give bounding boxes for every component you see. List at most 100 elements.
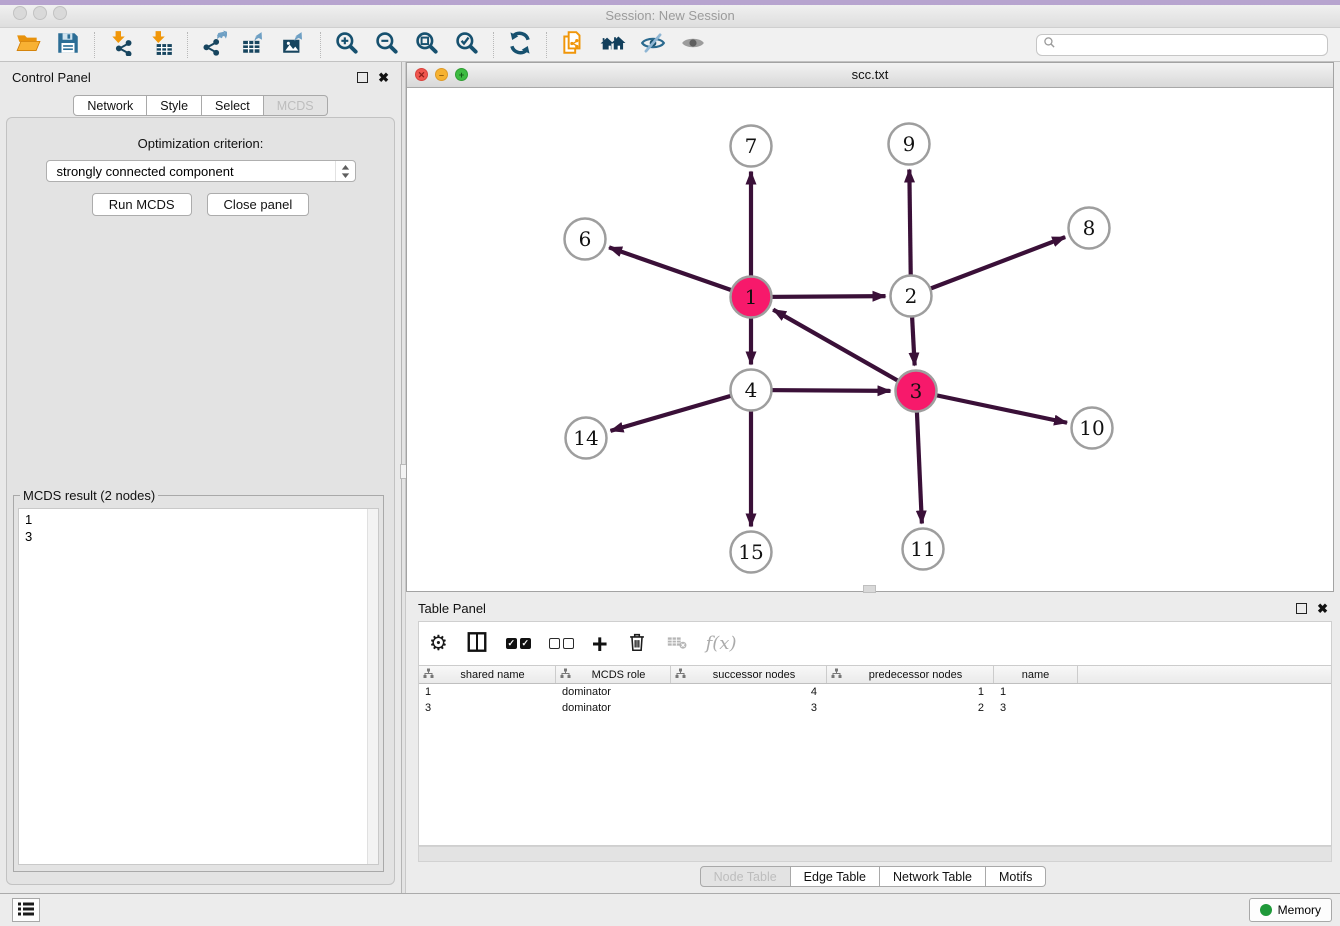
hide-selected-button[interactable] xyxy=(633,30,673,60)
houses-icon xyxy=(600,30,626,59)
tree-icon xyxy=(675,668,686,682)
open-file-button[interactable] xyxy=(8,30,48,60)
column-header[interactable]: successor nodes xyxy=(671,666,827,683)
memory-status-icon xyxy=(1260,904,1272,916)
cell-shared-name[interactable]: 1 xyxy=(419,684,556,700)
import-network-button[interactable] xyxy=(101,30,141,60)
network-graph[interactable]: 1234678910111415 xyxy=(407,88,1333,591)
main-toolbar xyxy=(0,27,1340,62)
zoom-in-button[interactable] xyxy=(327,30,367,60)
dropdown-stepper-icon xyxy=(335,161,355,181)
graph-edge-3-1[interactable] xyxy=(773,310,916,391)
cell-shared-name[interactable]: 3 xyxy=(419,700,556,716)
split-columns-icon xyxy=(466,631,488,656)
cell-successor-nodes[interactable]: 4 xyxy=(671,684,827,700)
tab-select[interactable]: Select xyxy=(202,95,264,116)
criterion-dropdown[interactable]: strongly connected component xyxy=(46,160,356,182)
close-panel-button[interactable]: Close panel xyxy=(207,193,310,216)
delete-column-button[interactable] xyxy=(626,629,648,659)
mcds-panel: Optimization criterion: strongly connect… xyxy=(6,117,395,885)
export-table-button[interactable] xyxy=(234,30,274,60)
horizontal-splitter-thumb[interactable] xyxy=(863,585,876,593)
run-mcds-button[interactable]: Run MCDS xyxy=(92,193,192,216)
graph-edge-3-10[interactable] xyxy=(916,391,1067,423)
zoom-selected-button[interactable] xyxy=(447,30,487,60)
table-options-button[interactable]: ⚙ xyxy=(429,629,448,659)
toolbar-separator xyxy=(187,32,188,58)
export-image-button[interactable] xyxy=(274,30,314,60)
trash-icon xyxy=(626,631,648,656)
toolbar-separator xyxy=(493,32,494,58)
result-line: 1 xyxy=(25,511,372,528)
function-builder-button[interactable]: f(x) xyxy=(706,629,737,659)
refresh-layout-button[interactable] xyxy=(500,30,540,60)
cell-name[interactable]: 1 xyxy=(994,684,1078,700)
show-all-button[interactable] xyxy=(673,30,713,60)
cell-mcds-role[interactable]: dominator xyxy=(556,684,671,700)
network-canvas[interactable]: 1234678910111415 xyxy=(407,88,1333,591)
close-table-panel-icon[interactable]: ✖ xyxy=(1317,603,1328,614)
table-row[interactable]: 1 dominator 4 1 1 xyxy=(419,684,1331,700)
zoom-fit-button[interactable] xyxy=(407,30,447,60)
column-header[interactable]: MCDS role xyxy=(556,666,671,683)
cell-mcds-role[interactable]: dominator xyxy=(556,700,671,716)
create-column-button[interactable]: + xyxy=(592,629,608,659)
table-row[interactable]: 3 dominator 3 2 3 xyxy=(419,700,1331,716)
import-table-button[interactable] xyxy=(141,30,181,60)
delete-table-button[interactable] xyxy=(666,629,688,659)
export-network-button[interactable] xyxy=(194,30,234,60)
table-panel: Table Panel ✖ ⚙ ✓✓ + f(x) shared name MC… xyxy=(406,595,1340,893)
graph-edge-2-8[interactable] xyxy=(911,237,1065,296)
tab-style[interactable]: Style xyxy=(147,95,202,116)
column-header[interactable]: predecessor nodes xyxy=(827,666,994,683)
table-toolbar: ⚙ ✓✓ + f(x) xyxy=(419,622,1331,665)
tab-edge-table[interactable]: Edge Table xyxy=(791,866,880,887)
tab-network[interactable]: Network xyxy=(73,95,147,116)
deselect-all-button[interactable] xyxy=(549,629,574,659)
network-window-titlebar[interactable]: ✕ – + scc.txt xyxy=(407,63,1333,88)
network-view-window: ✕ – + scc.txt 1234678910111415 xyxy=(406,62,1334,592)
column-header[interactable]: name xyxy=(994,666,1078,683)
graph-node-label-15: 15 xyxy=(738,540,763,564)
table-panel-title: Table Panel xyxy=(418,601,486,616)
graph-edge-4-14[interactable] xyxy=(610,390,751,431)
column-header[interactable]: shared name xyxy=(419,666,556,683)
zoom-out-icon xyxy=(374,30,400,59)
graph-node-label-7: 7 xyxy=(745,134,758,158)
zoom-fit-icon xyxy=(414,30,440,59)
cell-predecessor-nodes[interactable]: 2 xyxy=(827,700,994,716)
cell-successor-nodes[interactable]: 3 xyxy=(671,700,827,716)
mcds-result-list[interactable]: 1 3 xyxy=(18,508,379,865)
zoom-out-button[interactable] xyxy=(367,30,407,60)
table-horizontal-scrollbar[interactable] xyxy=(418,846,1332,862)
tab-node-table[interactable]: Node Table xyxy=(700,866,791,887)
graph-node-label-1: 1 xyxy=(745,285,758,309)
graph-edge-1-6[interactable] xyxy=(609,247,751,297)
result-scrollbar[interactable] xyxy=(367,509,378,864)
cell-predecessor-nodes[interactable]: 1 xyxy=(827,684,994,700)
eye-slash-icon xyxy=(640,30,666,59)
search-input[interactable] xyxy=(1060,38,1321,52)
show-columns-button[interactable] xyxy=(466,629,488,659)
tab-mcds[interactable]: MCDS xyxy=(264,95,328,116)
memory-button[interactable]: Memory xyxy=(1249,898,1332,922)
select-all-icon: ✓✓ xyxy=(506,638,531,649)
cell-name[interactable]: 3 xyxy=(994,700,1078,716)
control-panel-tabs: Network Style Select MCDS xyxy=(0,95,401,116)
close-panel-icon[interactable]: ✖ xyxy=(378,72,389,83)
search-icon xyxy=(1043,36,1060,54)
float-panel-icon[interactable] xyxy=(357,72,368,83)
tab-motifs[interactable]: Motifs xyxy=(986,866,1046,887)
eye-icon xyxy=(680,30,706,59)
tab-network-table[interactable]: Network Table xyxy=(880,866,986,887)
export-network-icon xyxy=(201,30,227,59)
first-neighbors-button[interactable] xyxy=(593,30,633,60)
network-from-selection-button[interactable] xyxy=(553,30,593,60)
deselect-all-icon xyxy=(549,638,574,649)
select-all-button[interactable]: ✓✓ xyxy=(506,629,531,659)
save-session-button[interactable] xyxy=(48,30,88,60)
task-history-button[interactable] xyxy=(12,898,40,922)
float-table-panel-icon[interactable] xyxy=(1296,603,1307,614)
memory-label: Memory xyxy=(1278,903,1321,917)
search-field[interactable] xyxy=(1036,34,1328,56)
